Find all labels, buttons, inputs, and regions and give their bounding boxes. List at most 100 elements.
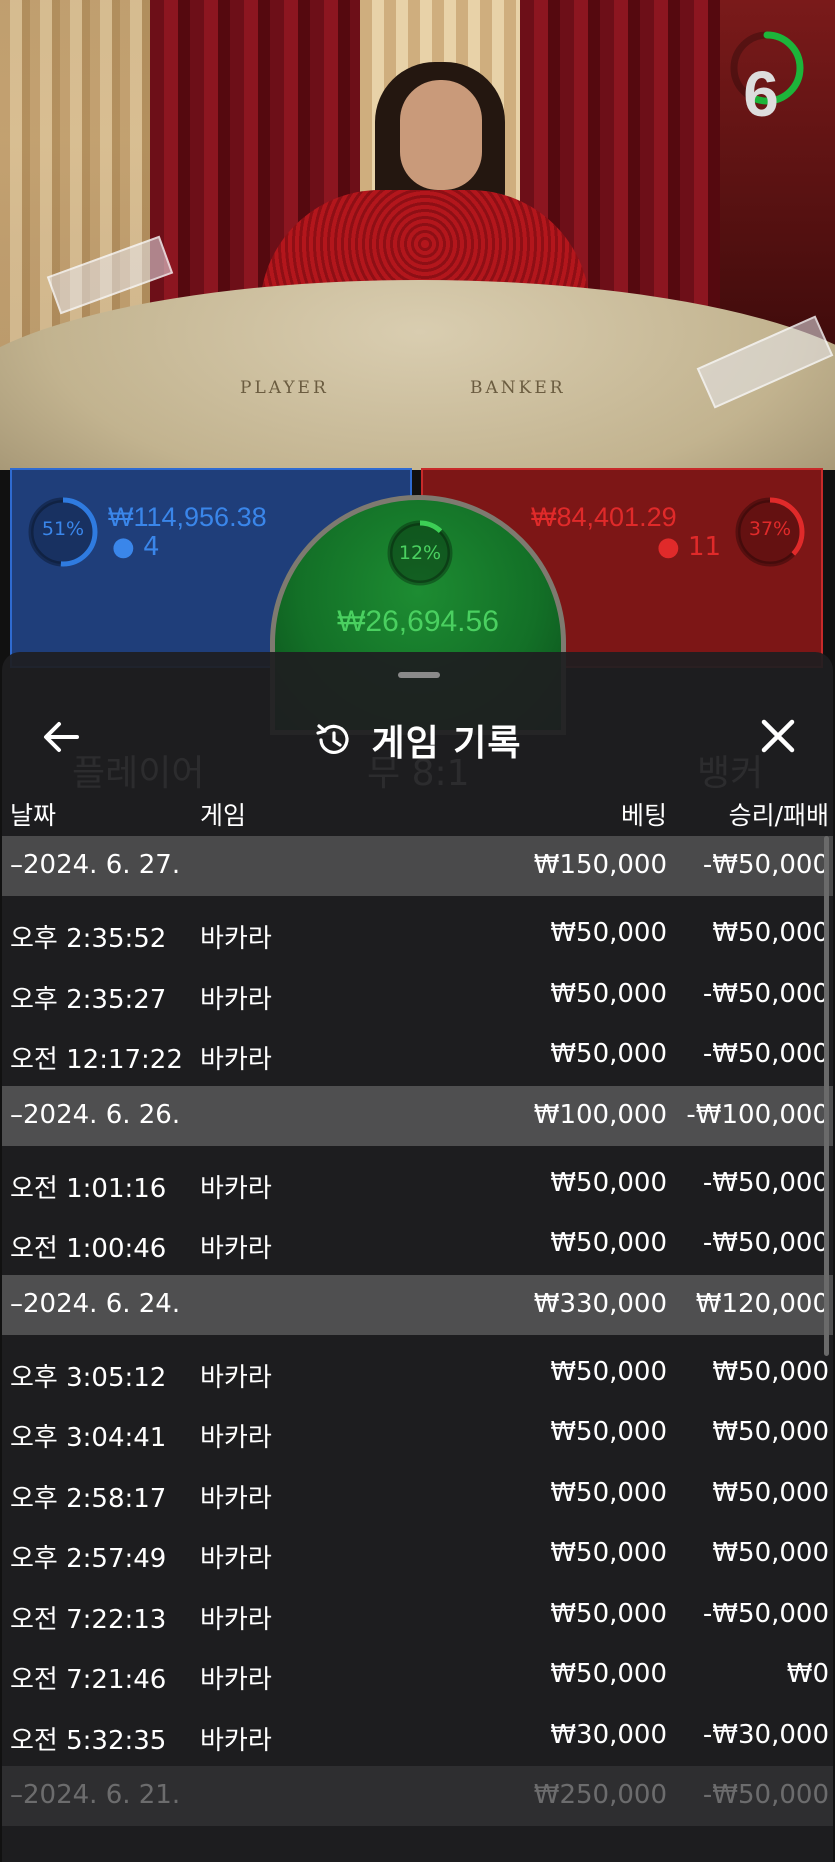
history-clock-icon [316,724,350,754]
round-time: 오전 7:21:46 [10,1665,167,1695]
column-header-game: 게임 [200,801,247,830]
user-icon: ● [112,532,135,562]
scrollbar[interactable] [824,836,829,1356]
round-bet: ₩50,000 [550,1167,667,1198]
table-row[interactable]: 오전 1:01:16 바카라 ₩50,000 -₩50,000 [2,1154,833,1215]
round-game: 바카라 [200,1173,272,1204]
date-group-row[interactable]: –2024. 6. 26. ₩100,000 -₩100,000 [2,1085,833,1146]
date-group-row[interactable]: –2024. 6. 21. ₩250,000 -₩50,000 [2,1766,833,1826]
game-history-sheet: 플레이어 무 8:1 뱅커 게임 기록 날짜 게임 베팅 승리/패배 –2024… [2,652,833,1862]
round-bet: ₩50,000 [550,918,667,948]
round-result: ₩50,000 [712,1356,829,1387]
date-group-row[interactable]: –2024. 6. 27. ₩150,000 -₩50,000 [2,836,833,896]
countdown-timer: 6 [743,58,779,130]
table-row[interactable]: 오후 2:35:27 바카라 ₩50,000 -₩50,000 [2,965,833,1026]
table-header: 날짜 게임 베팅 승리/패배 [2,790,833,830]
round-result: -₩50,000 [702,1167,829,1198]
group-result-total: -₩100,000 [686,1099,829,1130]
round-bet: ₩50,000 [550,1356,667,1387]
round-game: 바카라 [200,1362,272,1393]
round-bet: ₩50,000 [550,1659,667,1689]
round-result: -₩50,000 [702,978,829,1009]
round-game: 바카라 [200,1544,272,1574]
group-result-total: -₩50,000 [702,850,829,880]
round-result: -₩50,000 [702,1228,829,1258]
round-bet: ₩50,000 [550,1538,667,1568]
sheet-header: 게임 기록 [2,692,833,782]
group-date: –2024. 6. 27. [10,850,181,880]
round-bet: ₩50,000 [550,1039,667,1069]
round-game: 바카라 [200,984,272,1015]
tie-percentage: 12% [398,542,442,564]
round-bet: ₩50,000 [550,1477,667,1508]
round-result: ₩0 [786,1659,829,1689]
table-row[interactable]: 오전 12:17:22 바카라 ₩50,000 -₩50,000 [2,1025,833,1086]
row-spacer [2,1146,833,1154]
history-list: –2024. 6. 27. ₩150,000 -₩50,000 오후 2:35:52 바… [2,836,833,1826]
round-bet: ₩30,000 [550,1719,667,1750]
group-date: –2024. 6. 21. [10,1780,181,1810]
date-group-row[interactable]: –2024. 6. 24. ₩330,000 ₩120,000 [2,1274,833,1335]
row-spacer [2,896,833,904]
user-icon: ● [657,532,680,562]
table-row[interactable]: 오전 7:22:13 바카라 ₩50,000 -₩50,000 [2,1585,833,1646]
round-time: 오후 2:35:52 [10,924,167,954]
group-date: –2024. 6. 26. [10,1099,181,1130]
group-bet-total: ₩250,000 [533,1780,667,1810]
banker-bet-total: ₩84,401.29 [531,502,677,532]
round-time: 오후 3:04:41 [10,1423,167,1453]
round-time: 오전 1:00:46 [10,1234,167,1264]
table-player-label: PLAYER [240,378,329,398]
round-result: ₩50,000 [712,918,829,948]
table-row[interactable]: 오후 3:05:12 바카라 ₩50,000 ₩50,000 [2,1343,833,1404]
round-bet: ₩50,000 [550,1228,667,1258]
row-spacer [2,1335,833,1343]
round-bet: ₩50,000 [550,1598,667,1629]
round-time: 오전 12:17:22 [10,1045,183,1075]
table-row[interactable]: 오후 2:35:52 바카라 ₩50,000 ₩50,000 [2,904,833,965]
group-bet-total: ₩150,000 [533,850,667,880]
group-date: –2024. 6. 24. [10,1288,181,1319]
round-result: -₩50,000 [702,1039,829,1069]
table-row[interactable]: 오후 2:58:17 바카라 ₩50,000 ₩50,000 [2,1464,833,1525]
round-game: 바카라 [200,1483,272,1514]
column-header-date: 날짜 [10,801,57,830]
table-row[interactable]: 오후 3:04:41 바카라 ₩50,000 ₩50,000 [2,1403,833,1464]
round-game: 바카라 [200,1725,272,1756]
dealer [400,80,482,190]
table-row[interactable]: 오전 5:32:35 바카라 ₩30,000 -₩30,000 [2,1706,833,1767]
round-result: ₩50,000 [712,1417,829,1447]
round-game: 바카라 [200,1665,272,1695]
group-bet-total: ₩100,000 [533,1099,667,1130]
player-bettor-count: ● 4 [112,532,160,562]
round-time: 오전 7:22:13 [10,1604,167,1635]
player-bet-total: ₩114,956.38 [108,502,267,532]
banker-bettor-count: ● 11 [657,532,722,562]
round-result: ₩50,000 [712,1538,829,1568]
table-row[interactable]: 오후 2:57:49 바카라 ₩50,000 ₩50,000 [2,1524,833,1585]
round-result: ₩50,000 [712,1477,829,1508]
round-result: -₩30,000 [702,1719,829,1750]
live-video: PLAYER BANKER 6 [0,0,835,470]
group-result-total: ₩120,000 [695,1288,829,1319]
round-time: 오후 3:05:12 [10,1362,167,1393]
round-game: 바카라 [200,1234,272,1264]
close-icon[interactable] [758,716,798,756]
group-result-total: -₩50,000 [702,1780,829,1810]
round-bet: ₩50,000 [550,1417,667,1447]
round-time: 오전 1:01:16 [10,1173,167,1204]
table-row[interactable]: 오전 1:00:46 바카라 ₩50,000 -₩50,000 [2,1214,833,1275]
round-game: 바카라 [200,1423,272,1453]
round-time: 오후 2:58:17 [10,1483,167,1514]
round-result: -₩50,000 [702,1598,829,1629]
column-header-bet: 베팅 [620,801,667,830]
drag-handle[interactable] [398,672,440,678]
round-time: 오후 2:57:49 [10,1544,167,1574]
page-title: 게임 기록 [371,723,522,764]
round-bet: ₩50,000 [550,978,667,1009]
banker-percentage: 37% [748,518,792,540]
column-header-result: 승리/패배 [728,801,829,830]
table-row[interactable]: 오전 7:21:46 바카라 ₩50,000 ₩0 [2,1645,833,1706]
tie-bet-total: ₩26,694.56 [337,605,499,638]
round-game: 바카라 [200,924,272,954]
